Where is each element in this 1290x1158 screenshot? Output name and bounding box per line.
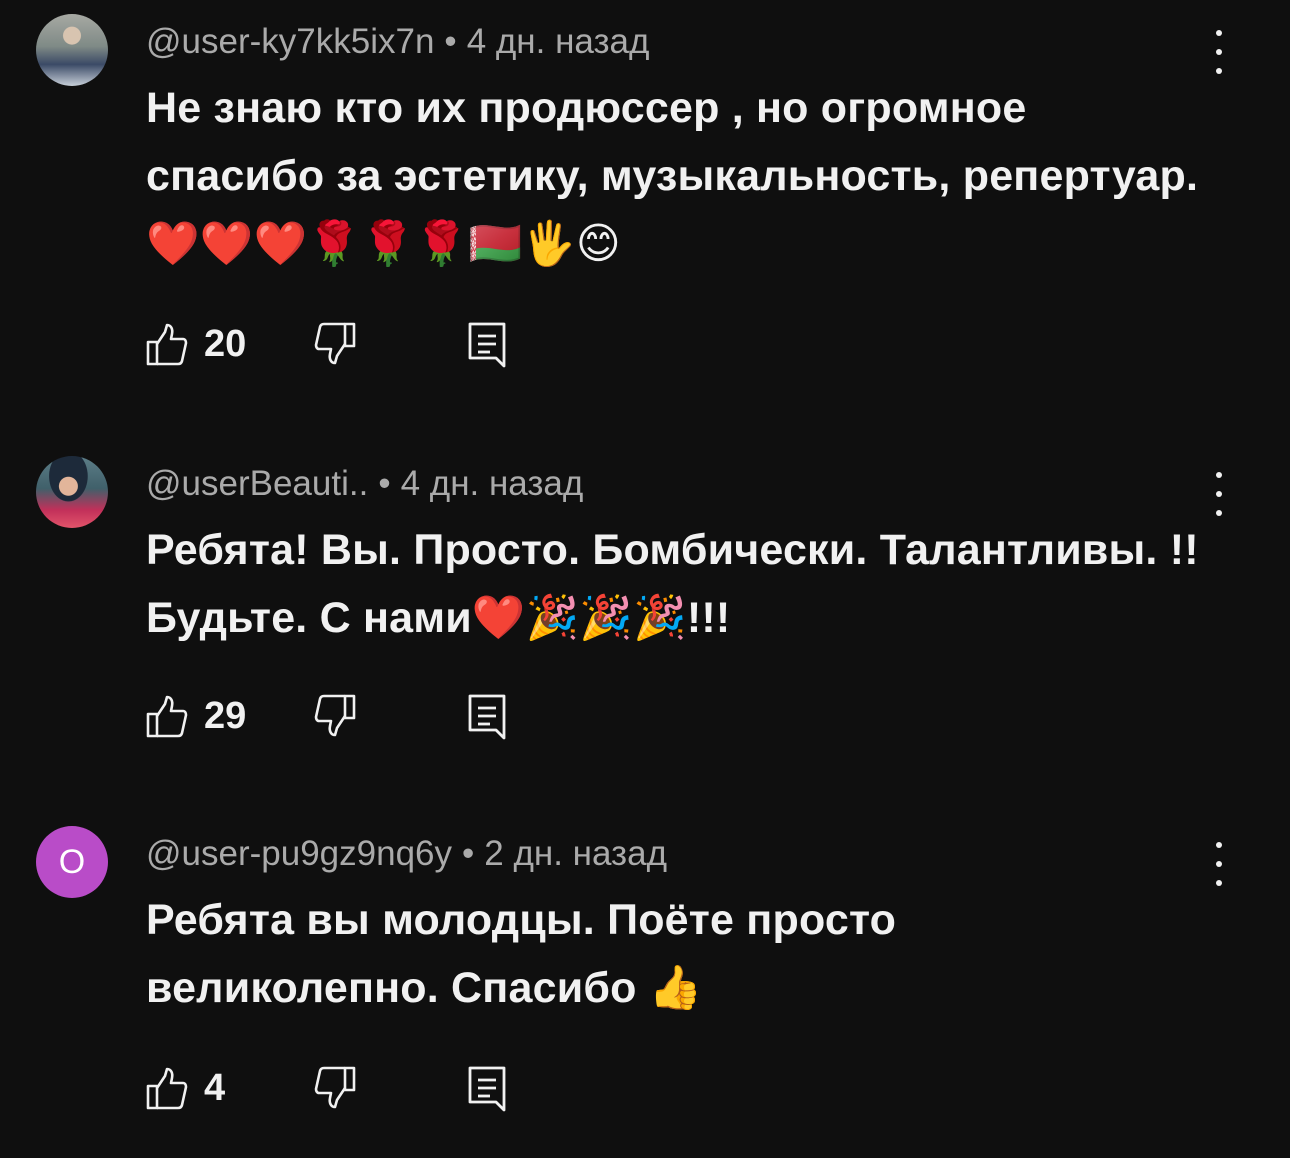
comment-meta: @userBeauti.. • 4 дн. назад [146,464,583,504]
comment-text: Ребята вы молодцы. Поёте просто великоле… [146,896,897,1012]
thumb-down-icon [314,694,356,737]
thumb-down-icon [314,322,356,365]
like-count: 4 [204,1066,226,1109]
timestamp[interactable]: 4 дн. назад [401,464,584,503]
comment-text: Не знаю кто их продюссер , но огромное с… [146,84,1199,268]
author-name[interactable]: @user-pu9gz9nq6y [146,834,452,873]
dislike-button[interactable] [314,1066,356,1110]
comment-text: Ребята! Вы. Просто. Бомбически. Талантли… [146,526,1199,642]
reply-icon [468,694,506,740]
avatar[interactable]: О [36,826,108,898]
author-name[interactable]: @user-ky7kk5ix7n [146,22,434,61]
like-button[interactable]: 29 [146,694,246,738]
separator-dot: • [462,834,475,873]
like-button[interactable]: 20 [146,322,246,366]
thumb-up-icon [146,323,188,366]
avatar[interactable] [36,14,108,86]
reply-button[interactable] [468,694,506,740]
more-vert-icon[interactable] [1210,842,1228,886]
more-vert-icon[interactable] [1210,472,1228,516]
timestamp[interactable]: 4 дн. назад [467,22,650,61]
comment-meta: @user-ky7kk5ix7n • 4 дн. назад [146,22,649,62]
separator-dot: • [378,464,391,503]
comment-meta: @user-pu9gz9nq6y • 2 дн. назад [146,834,667,874]
like-count: 20 [204,322,247,365]
avatar[interactable] [36,456,108,528]
separator-dot: • [444,22,457,61]
timestamp[interactable]: 2 дн. назад [484,834,667,873]
thumb-up-icon [146,1067,188,1110]
reply-button[interactable] [468,1066,506,1112]
reply-icon [468,1066,506,1112]
dislike-button[interactable] [314,694,356,738]
reply-icon [468,322,506,368]
reply-button[interactable] [468,322,506,368]
more-vert-icon[interactable] [1210,30,1228,74]
avatar-letter: О [58,842,86,881]
like-button[interactable]: 4 [146,1066,225,1110]
thumb-down-icon [314,1066,356,1109]
dislike-button[interactable] [314,322,356,366]
author-name[interactable]: @userBeauti.. [146,464,368,503]
thumb-up-icon [146,695,188,738]
like-count: 29 [204,694,247,737]
